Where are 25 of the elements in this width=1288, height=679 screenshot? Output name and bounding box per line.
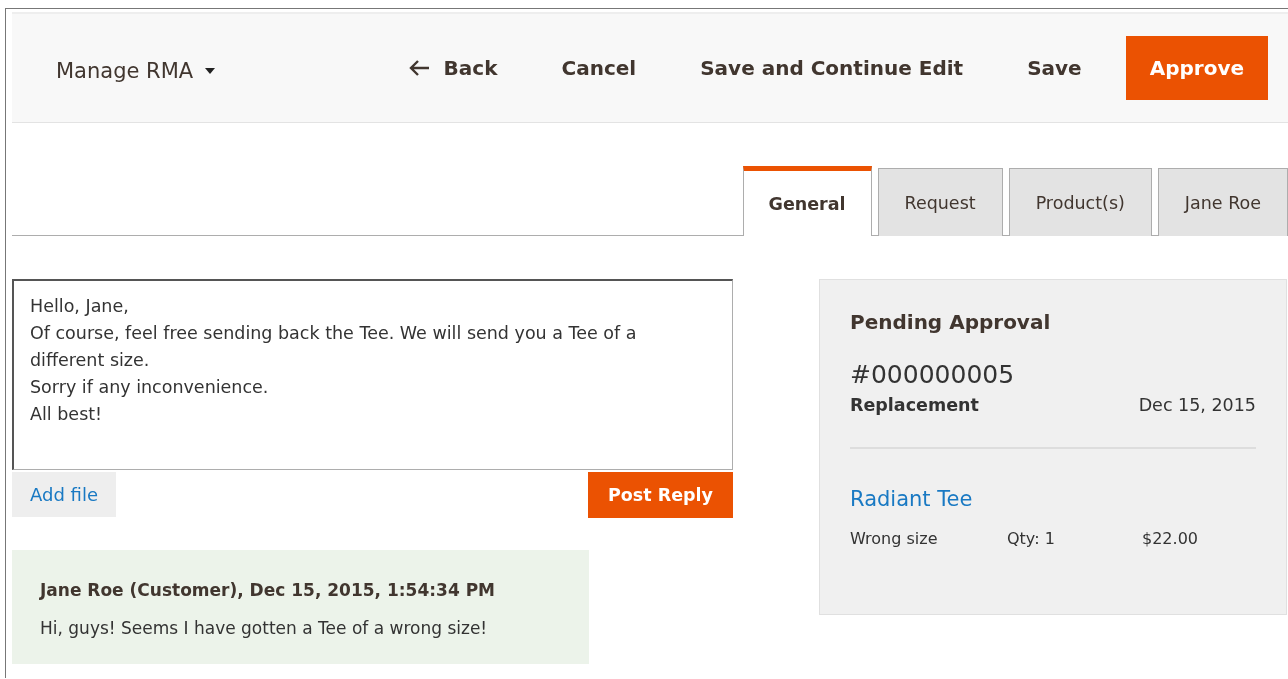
toolbar-button[interactable]: Cancel [541,48,657,88]
quantity: Qty: 1 [1007,529,1056,548]
rma-number: #000000005 [850,360,1016,389]
status-title: Pending Approval [850,310,1052,334]
price: $22.00 [1142,529,1198,548]
add-file-link[interactable]: Add file [12,472,116,517]
tab[interactable]: Product(s) [1008,168,1152,236]
rma-type: Replacement [850,395,979,415]
back-arrow-icon [407,59,430,77]
tab[interactable]: Jane Roe [1157,168,1288,236]
tab[interactable]: Request [877,168,1003,236]
post-reply-button[interactable]: Post Reply [588,472,733,518]
return-reason: Wrong size [850,529,939,548]
reply-field[interactable]: Hello, Jane, Of course, feel free sending back the Tee. We will send you a Tee of a different size. Sorry if any inconvenience. All best! [12,279,733,470]
manage-rma-menu[interactable]: Manage RMA [56,59,216,83]
toolbar-button[interactable]: Save [1007,48,1102,88]
message-text: Hi, guys! Seems I have gotten a Tee of a wrong size! [40,618,489,638]
tab[interactable]: General [742,166,872,236]
back-button[interactable]: Back [387,48,518,88]
approve-button[interactable]: Approve [1125,36,1268,100]
rma-date: Dec 15, 2015 [1138,395,1256,415]
message-author: Jane Roe (Customer), Dec 15, 2015, 1:54:34 PM [40,580,496,600]
toolbar-button[interactable]: Save and Continue Edit [680,48,984,88]
product-link[interactable]: Radiant Tee [850,487,973,511]
caret-icon [205,68,216,74]
